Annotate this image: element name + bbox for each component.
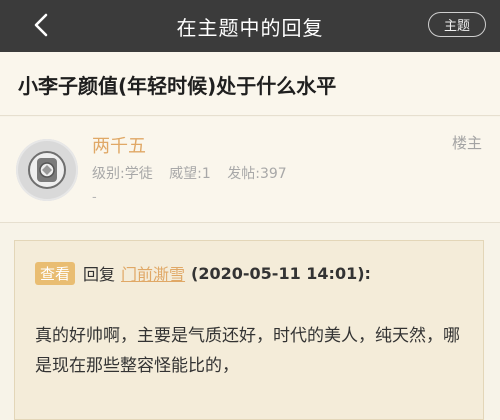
- top-bar: 在主题中的回复 主题: [0, 0, 500, 52]
- author-post-count: 发帖:397: [227, 166, 287, 182]
- author-name[interactable]: 两千五: [92, 132, 146, 158]
- default-avatar-icon: [28, 151, 66, 189]
- quote-header: 查看 回复 门前澌雪 (2020-05-11 14:01):: [35, 261, 371, 285]
- quote-box: 查看 回复 门前澌雪 (2020-05-11 14:01): 真的好帅啊，主要是…: [14, 240, 484, 420]
- reply-label: 回复: [83, 265, 116, 284]
- author-level: 级别:学徒: [92, 166, 153, 182]
- page-title: 在主题中的回复: [176, 15, 324, 40]
- quote-timestamp: (2020-05-11 14:01):: [191, 263, 371, 283]
- author-meta: 级别:学徒 威望:1 发帖:397: [92, 163, 299, 183]
- view-button[interactable]: 查看: [35, 261, 76, 285]
- author-block: 两千五 级别:学徒 威望:1 发帖:397 - 楼主: [0, 117, 500, 223]
- quote-body: 真的好帅啊，主要是气质还好，时代的美人，纯天然，哪是现在那些整容怪能比的，: [35, 326, 460, 376]
- topic-button[interactable]: 主题: [428, 12, 486, 37]
- author-reputation: 威望:1: [169, 166, 211, 182]
- quoted-user-link[interactable]: 门前澌雪: [121, 261, 185, 285]
- chevron-left-icon: [34, 13, 48, 37]
- post-title: 小李子颜值(年轻时候)处于什么水平: [0, 52, 500, 116]
- back-button[interactable]: [26, 10, 56, 40]
- thread-owner-tag: 楼主: [451, 134, 482, 152]
- avatar[interactable]: [16, 139, 78, 201]
- author-signature: -: [92, 190, 97, 205]
